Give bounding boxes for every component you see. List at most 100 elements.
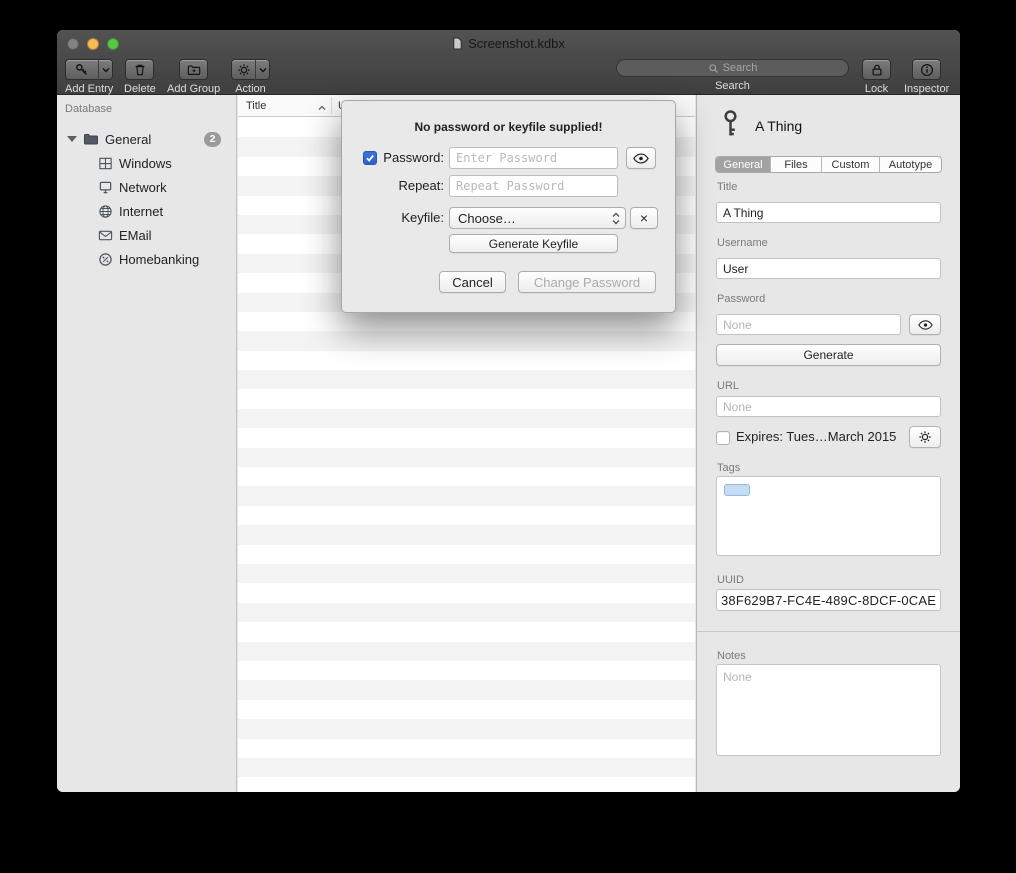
password-input[interactable] [449, 147, 618, 169]
password-reveal-button[interactable] [626, 147, 656, 169]
username-input[interactable] [716, 258, 941, 279]
notes-label: Notes [717, 650, 746, 662]
table-row[interactable] [238, 312, 695, 331]
tab-general[interactable]: General [716, 157, 771, 172]
inspector-password-reveal-button[interactable] [909, 314, 941, 335]
folder-plus-icon [187, 63, 201, 77]
table-row[interactable] [238, 777, 695, 792]
table-row[interactable] [238, 661, 695, 680]
inspector-panel: A Thing General Files Custom Autotype Ti… [696, 95, 960, 792]
action-dropdown-button[interactable] [255, 59, 270, 80]
inspector-password-input[interactable] [716, 314, 901, 335]
table-row[interactable] [238, 719, 695, 738]
table-row[interactable] [238, 506, 695, 525]
lock-icon [870, 63, 884, 77]
group-badge: 2 [204, 132, 221, 147]
action-label: Action [235, 83, 266, 95]
disclosure-triangle-icon[interactable] [67, 136, 77, 142]
table-row[interactable] [238, 351, 695, 370]
toolbar-item-lock: Lock [862, 59, 891, 95]
sidebar-group-general[interactable]: General 2 [57, 127, 236, 151]
add-group-button[interactable] [179, 59, 208, 80]
table-row[interactable] [238, 583, 695, 602]
document-proxy-icon [452, 37, 463, 50]
gear-icon [918, 430, 932, 444]
generate-keyfile-button[interactable]: Generate Keyfile [449, 234, 618, 253]
internet-icon [97, 203, 113, 219]
table-row[interactable] [238, 448, 695, 467]
search-input[interactable]: Search [616, 59, 849, 77]
change-password-button[interactable]: Change Password [518, 271, 656, 293]
sidebar-item-label: Homebanking [119, 252, 236, 267]
table-row[interactable] [238, 486, 695, 505]
titlebar[interactable]: Screenshot.kdbx [57, 30, 960, 57]
table-row[interactable] [238, 331, 695, 350]
table-row[interactable] [238, 680, 695, 699]
table-row[interactable] [238, 622, 695, 641]
chevron-down-icon [259, 66, 267, 74]
table-row[interactable] [238, 758, 695, 777]
column-divider[interactable] [331, 97, 332, 114]
cancel-button[interactable]: Cancel [439, 271, 506, 293]
inspector-button[interactable] [912, 59, 941, 80]
generate-button[interactable]: Generate [716, 344, 941, 366]
expires-checkbox[interactable] [716, 431, 730, 445]
expires-settings-button[interactable] [909, 426, 941, 448]
table-row[interactable] [238, 642, 695, 661]
inspector-label: Inspector [904, 83, 949, 95]
lock-button[interactable] [862, 59, 891, 80]
repeat-input[interactable] [449, 175, 618, 197]
table-row[interactable] [238, 467, 695, 486]
delete-button[interactable] [125, 59, 154, 80]
keyfile-clear-button[interactable]: × [630, 207, 658, 229]
tags-box[interactable] [716, 476, 941, 556]
add-entry-button[interactable] [65, 59, 98, 80]
table-row[interactable] [238, 525, 695, 544]
column-title[interactable]: Title [246, 95, 266, 117]
sidebar-item-label: Internet [119, 204, 236, 219]
sidebar-item-windows[interactable]: Windows [57, 151, 236, 175]
table-row[interactable] [238, 370, 695, 389]
uuid-input[interactable] [716, 589, 941, 611]
macpass-window: Screenshot.kdbx Add Entry D [57, 30, 960, 792]
table-row[interactable] [238, 409, 695, 428]
url-label: URL [717, 380, 739, 392]
homebanking-icon [97, 251, 113, 267]
sidebar-item-homebanking[interactable]: Homebanking [57, 247, 236, 271]
table-row[interactable] [238, 700, 695, 719]
sidebar-item-label: Windows [119, 156, 236, 171]
password-checkbox[interactable] [363, 151, 377, 165]
add-group-label: Add Group [167, 83, 220, 95]
folder-icon [83, 131, 99, 147]
table-row[interactable] [238, 389, 695, 408]
action-button[interactable] [231, 59, 255, 80]
keyfile-popup-value: Choose… [458, 211, 516, 226]
sidebar-item-internet[interactable]: Internet [57, 199, 236, 223]
url-input[interactable] [716, 396, 941, 417]
eye-icon [918, 320, 933, 330]
toolbar-item-add-entry: Add Entry [65, 59, 113, 95]
title-input[interactable] [716, 202, 941, 223]
tab-autotype[interactable]: Autotype [880, 157, 941, 172]
sidebar-item-network[interactable]: Network [57, 175, 236, 199]
keyfile-popup[interactable]: Choose… [449, 207, 626, 229]
tab-files[interactable]: Files [771, 157, 822, 172]
tag-pill[interactable] [724, 484, 750, 496]
sort-ascending-icon [318, 102, 326, 114]
password-label: Password: [380, 150, 444, 165]
window-title-area: Screenshot.kdbx [57, 30, 960, 57]
sidebar-item-email[interactable]: EMail [57, 223, 236, 247]
table-row[interactable] [238, 428, 695, 447]
popup-arrows-icon [612, 212, 620, 228]
tab-custom[interactable]: Custom [822, 157, 880, 172]
toolbar: Add Entry Delete Add Group [57, 57, 960, 95]
table-row[interactable] [238, 564, 695, 583]
search-label: Search [715, 80, 750, 92]
add-entry-dropdown-button[interactable] [98, 59, 113, 80]
table-row[interactable] [238, 545, 695, 564]
tags-label: Tags [717, 462, 740, 474]
table-row[interactable] [238, 739, 695, 758]
notes-textarea[interactable] [716, 664, 941, 756]
windows-icon [97, 155, 113, 171]
table-row[interactable] [238, 603, 695, 622]
